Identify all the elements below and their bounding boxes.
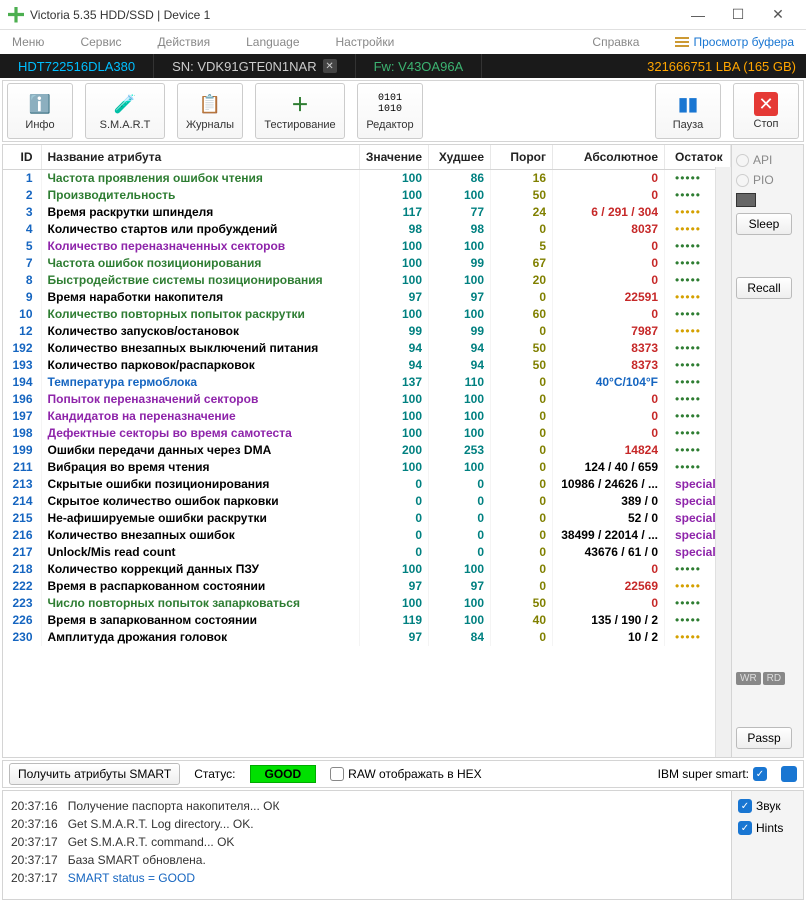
table-row[interactable]: 192Количество внезапных выключений питан… — [3, 340, 731, 357]
stop-icon: ✕ — [754, 92, 778, 116]
side-panel: API PIO Sleep Recall WR RD Passp — [732, 144, 804, 758]
device-model: HDT722516DLA380 — [0, 54, 154, 78]
table-row[interactable]: 196Попыток переназначений секторов100100… — [3, 391, 731, 408]
info-icon: ℹ️ — [25, 91, 55, 117]
rd-tag: RD — [763, 672, 785, 685]
log-side-panel: ✓Звук ✓Hints — [732, 790, 804, 900]
api-radio[interactable]: API — [736, 153, 772, 167]
col-threshold[interactable]: Порог — [491, 145, 553, 170]
col-id[interactable]: ID — [3, 145, 41, 170]
col-name[interactable]: Название атрибута — [41, 145, 359, 170]
table-row[interactable]: 199Ошибки передачи данных через DMA20025… — [3, 442, 731, 459]
plus-icon: ＋ — [285, 91, 315, 117]
info-button[interactable]: ℹ️Инфо — [7, 83, 73, 139]
scrollbar[interactable] — [715, 167, 731, 757]
status-bar: Получить атрибуты SMART Статус: GOOD RAW… — [2, 760, 804, 788]
device-firmware: Fw: V43OA96A — [356, 54, 483, 78]
testing-button[interactable]: ＋Тестирование — [255, 83, 345, 139]
table-row[interactable]: 214Скрытое количество ошибок парковки000… — [3, 493, 731, 510]
menubar: Меню Сервис Действия Language Настройки … — [0, 30, 806, 54]
table-row[interactable]: 216Количество внезапных ошибок00038499 /… — [3, 527, 731, 544]
editor-icon: 01011010 — [375, 91, 405, 117]
table-row[interactable]: 222Время в распаркованном состоянии97970… — [3, 578, 731, 595]
pause-button[interactable]: ▮▮Пауза — [655, 83, 721, 139]
device-lba: 321666751 LBA (165 GB) — [647, 59, 806, 74]
log-area[interactable]: 20:37:16Получение паспорта накопителя...… — [2, 790, 732, 900]
wr-tag: WR — [736, 672, 761, 685]
status-value: GOOD — [250, 765, 317, 783]
menu-item[interactable]: Действия — [158, 35, 211, 49]
table-row[interactable]: 218Количество коррекций данных ПЗУ100100… — [3, 561, 731, 578]
pio-radio[interactable]: PIO — [736, 173, 774, 187]
app-icon — [8, 7, 24, 23]
table-row[interactable]: 12Количество запусков/остановок999907987… — [3, 323, 731, 340]
table-row[interactable]: 10Количество повторных попыток раскрутки… — [3, 306, 731, 323]
table-row[interactable]: 230Амплитуда дрожания головок9784010 / 2… — [3, 629, 731, 646]
minimize-button[interactable]: — — [678, 1, 718, 29]
table-row[interactable]: 9Время наработки накопителя9797022591•••… — [3, 289, 731, 306]
menu-item[interactable]: Сервис — [80, 35, 121, 49]
editor-button[interactable]: 01011010Редактор — [357, 83, 423, 139]
table-row[interactable]: 194Температура гермоблока137110040°C/104… — [3, 374, 731, 391]
menu-item[interactable]: Меню — [12, 35, 44, 49]
col-value[interactable]: Значение — [359, 145, 428, 170]
side-indicator — [736, 193, 756, 207]
status-label: Статус: — [194, 767, 235, 781]
journals-button[interactable]: 📋Журналы — [177, 83, 243, 139]
passp-button[interactable]: Passp — [736, 727, 792, 749]
table-row[interactable]: 215Не-афишируемые ошибки раскрутки00052 … — [3, 510, 731, 527]
smart-icon: 🧪 — [110, 91, 140, 117]
log-line: 20:37:17База SMART обновлена. — [11, 851, 723, 869]
ibm-smart-checkbox[interactable]: IBM super smart: ✓ — [658, 767, 767, 781]
table-row[interactable]: 198Дефектные секторы во время самотеста1… — [3, 425, 731, 442]
col-worst[interactable]: Худшее — [429, 145, 491, 170]
smart-table: ID Название атрибута Значение Худшее Пор… — [3, 145, 731, 646]
maximize-button[interactable]: ☐ — [718, 1, 758, 29]
table-row[interactable]: 5Количество переназначенных секторов1001… — [3, 238, 731, 255]
table-row[interactable]: 211Вибрация во время чтения1001000124 / … — [3, 459, 731, 476]
sound-checkbox[interactable]: ✓Звук — [738, 799, 797, 813]
table-row[interactable]: 193Количество парковок/распарковок949450… — [3, 357, 731, 374]
device-bar: HDT722516DLA380 SN: VDK91GTE0N1NAR ✕ Fw:… — [0, 54, 806, 78]
log-line: 20:37:17SMART status = GOOD — [11, 869, 723, 887]
menu-help[interactable]: Справка — [592, 35, 639, 49]
table-row[interactable]: 226Время в запаркованном состоянии119100… — [3, 612, 731, 629]
close-sn-icon[interactable]: ✕ — [323, 59, 337, 73]
table-row[interactable]: 8Быстродействие системы позиционирования… — [3, 272, 731, 289]
ibm-color-box[interactable] — [781, 766, 797, 782]
table-row[interactable]: 197Кандидатов на переназначение10010000•… — [3, 408, 731, 425]
table-row[interactable]: 213Скрытые ошибки позиционирования000109… — [3, 476, 731, 493]
list-icon — [675, 37, 689, 47]
buffer-view-link[interactable]: Просмотр буфера — [675, 35, 794, 49]
smart-button[interactable]: 🧪S.M.A.R.T — [85, 83, 165, 139]
sleep-button[interactable]: Sleep — [736, 213, 792, 235]
log-line: 20:37:16Получение паспорта накопителя...… — [11, 797, 723, 815]
hints-checkbox[interactable]: ✓Hints — [738, 821, 797, 835]
get-smart-button[interactable]: Получить атрибуты SMART — [9, 763, 180, 785]
toolbar: ℹ️Инфо 🧪S.M.A.R.T 📋Журналы ＋Тестирование… — [2, 80, 804, 142]
table-row[interactable]: 217Unlock/Mis read count00043676 / 61 / … — [3, 544, 731, 561]
log-line: 20:37:17Get S.M.A.R.T. command... OK — [11, 833, 723, 851]
col-rest[interactable]: Остаток — [665, 145, 731, 170]
journals-icon: 📋 — [195, 91, 225, 117]
device-serial: SN: VDK91GTE0N1NAR ✕ — [154, 54, 356, 78]
titlebar: Victoria 5.35 HDD/SSD | Device 1 — ☐ ✕ — [0, 0, 806, 30]
pause-icon: ▮▮ — [673, 91, 703, 117]
table-row[interactable]: 1Частота проявления ошибок чтения1008616… — [3, 170, 731, 188]
menu-item[interactable]: Настройки — [336, 35, 395, 49]
table-row[interactable]: 2Производительность100100500••••• — [3, 187, 731, 204]
window-title: Victoria 5.35 HDD/SSD | Device 1 — [30, 8, 678, 22]
menu-item[interactable]: Language — [246, 35, 299, 49]
stop-button[interactable]: ✕Стоп — [733, 83, 799, 139]
col-absolute[interactable]: Абсолютное — [553, 145, 665, 170]
table-row[interactable]: 3Время раскрутки шпинделя11777246 / 291 … — [3, 204, 731, 221]
close-button[interactable]: ✕ — [758, 1, 798, 29]
table-row[interactable]: 223Число повторных попыток запарковаться… — [3, 595, 731, 612]
log-line: 20:37:16Get S.M.A.R.T. Log directory... … — [11, 815, 723, 833]
table-row[interactable]: 4Количество стартов или пробуждений98980… — [3, 221, 731, 238]
raw-hex-checkbox[interactable]: RAW отображать в HEX — [330, 767, 481, 781]
table-row[interactable]: 7Частота ошибок позиционирования10099670… — [3, 255, 731, 272]
smart-table-panel: ID Название атрибута Значение Худшее Пор… — [2, 144, 732, 758]
recall-button[interactable]: Recall — [736, 277, 792, 299]
